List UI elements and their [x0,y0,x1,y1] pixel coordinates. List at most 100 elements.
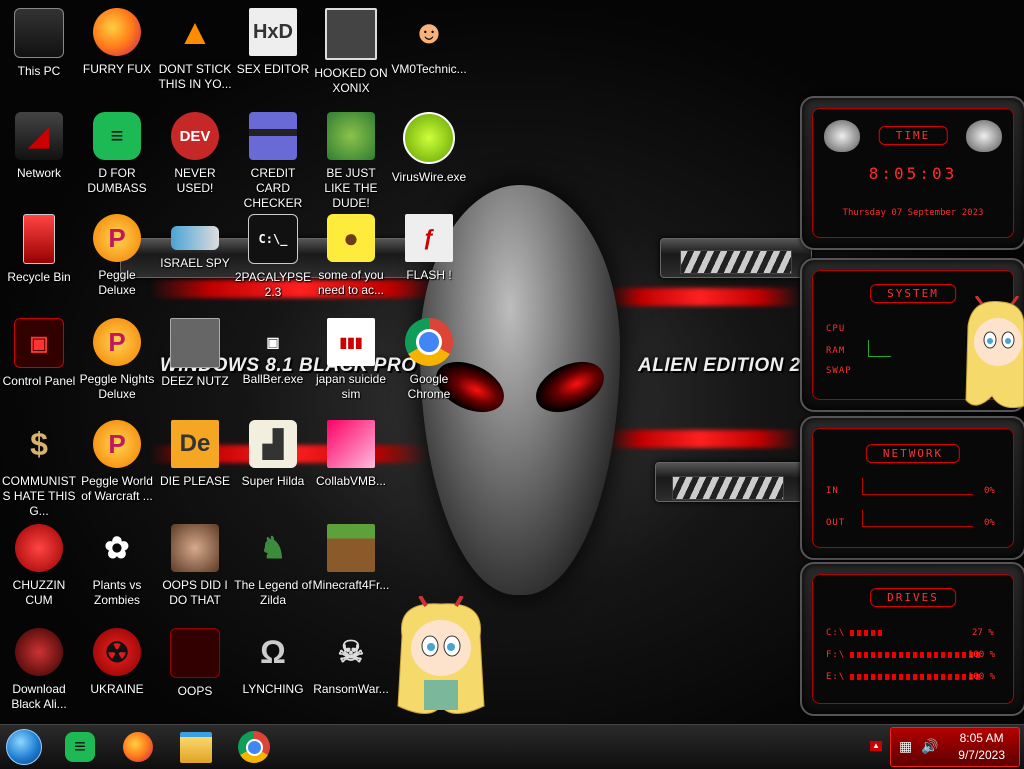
icon-label: CollabVMB... [315,474,387,488]
desktop-icon-peggle-deluxe[interactable]: P Peggle Deluxe [78,210,156,310]
desktop-icon-minecraft[interactable]: Minecraft4Fr... [312,520,390,620]
peggle-icon: P [93,214,141,262]
drives-gadget[interactable]: DRIVES C:\ 27 % F:\ 100 % E:\ 100 % [800,562,1024,716]
desktop-icon-super-hilda[interactable]: ▟ Super Hilda [234,416,312,516]
wallpaper-hatch [680,250,792,274]
drive-f-value: 100 % [968,650,996,660]
drive-e-label: E:\ [826,672,846,682]
icon-label: Google Chrome [407,372,451,401]
firefox-icon [93,8,141,56]
desktop-icon-sex-editor[interactable]: HxD SEX EDITOR [234,4,312,104]
desktop-icon-never-used[interactable]: DEV NEVER USED! [156,108,234,208]
firefox-icon [123,732,153,762]
start-button[interactable] [4,729,44,765]
network-status-icon[interactable]: ▦ [899,738,912,755]
drive-c-label: C:\ [826,628,846,638]
icon-label: COMMUNISTS HATE THIS G... [2,474,76,518]
time-gadget[interactable]: TIME 8:05:03 Thursday 07 September 2023 [800,96,1024,250]
icon-label: BE JUST LIKE THE DUDE! [324,166,378,210]
desktop-icon-be-just-like-the-dude[interactable]: BE JUST LIKE THE DUDE! [312,108,390,210]
desktop-icon-ransomware[interactable]: ☠ RansomWar... [312,624,390,724]
desktop-icon-deez-nutz[interactable]: DEEZ NUTZ [156,314,234,414]
alienware-laptop-icon [170,628,220,678]
desktop-icon-die-please[interactable]: De DIE PLEASE [156,416,234,516]
console-icon: ▣ [266,333,280,350]
desktop-icon-ballber[interactable]: ▣ BallBer.exe [234,314,312,414]
dev-icon: DEV [171,112,219,160]
wallpaper-glow [600,288,800,306]
desktop-icon-oops-did-i[interactable]: OOPS DID I DO THAT [156,520,234,620]
desktop-icon-communists[interactable]: $ COMMUNISTS HATE THIS G... [0,416,78,519]
clock-time: 8:05 AM [959,731,1004,745]
icon-label: DEEZ NUTZ [161,374,229,388]
recycle-bin-icon [23,214,55,264]
desktop-icon-furry-fux[interactable]: FURRY FUX [78,4,156,104]
desktop-icon-japan-suicide-sim[interactable]: ▮▮▮ japan suicide sim [312,314,390,414]
icon-label: DONT STICK THIS IN YO... [158,62,232,91]
volume-icon[interactable]: 🔊 [921,738,938,755]
desktop-icon-peggle-wow[interactable]: P Peggle World of Warcraft ... [78,416,156,516]
tray-overflow-arrow[interactable]: ▲ [870,741,882,751]
desktop-icon-plants-vs-zombies[interactable]: ✿ Plants vs Zombies [78,520,156,620]
icon-label: Control Panel [2,374,76,388]
terminal-icon: C:\_ [248,214,298,264]
desktop-icon-network[interactable]: ◢ Network [0,108,78,208]
de-icon: De [171,420,219,468]
desktop-icon-ukraine[interactable]: ☢ UKRAINE [78,624,156,724]
desktop-icon-viruswire[interactable]: VirusWire.exe [390,108,468,208]
icon-label: HOOKED ON XONIX [314,66,388,95]
desktop-icon-2pacalypse[interactable]: C:\_ 2PACALYPSE 2.3 [234,210,312,310]
taskbar-firefox[interactable] [118,729,158,765]
ram-graph [868,340,891,357]
icon-label: The Legend of Zilda [234,578,312,607]
desktop-icon-israel-spy[interactable]: ISRAEL SPY [156,210,234,310]
monitor-icon [14,8,64,58]
icon-label: UKRAINE [90,682,144,696]
icon-label: Minecraft4Fr... [312,578,390,592]
taskbar-spotify[interactable]: ≡ [60,729,100,765]
taskbar-chrome[interactable] [234,729,274,765]
digital-clock: 8:05:03 [868,164,958,183]
alien-logo-icon [966,120,1002,152]
icon-label: LYNCHING [242,682,304,696]
spotify-icon: ≡ [93,112,141,160]
desktop-icon-collabvm[interactable]: CollabVMB... [312,416,390,516]
icon-label: Plants vs Zombies [92,578,142,607]
desktop-icon-vm0technic[interactable]: ☻ VM0Technic... [390,4,468,104]
network-out-value: 0% [984,518,995,528]
taskbar-file-explorer[interactable] [176,729,216,765]
desktop-icon-chuzzin[interactable]: CHUZZIN CUM [0,520,78,620]
system-tray: ▦ 🔊 8:05 AM 9/7/2023 [890,727,1020,767]
collabvm-icon [327,420,375,468]
drive-f-label: F:\ [826,650,846,660]
taskbar: ≡ ▲ ▦ 🔊 8:05 AM 9/7/2023 [0,724,1024,769]
icon-label: OOPS [177,684,213,698]
desktop-icon-d-for-dumbass[interactable]: ≡ D FOR DUMBASS [78,108,156,208]
desktop-icon-hooked-on-xonix[interactable]: HOOKED ON XONIX [312,4,390,104]
desktop-icon-peggle-nights[interactable]: P Peggle Nights Deluxe [78,314,156,414]
desktop-icon-control-panel[interactable]: ▣ Control Panel [0,314,78,414]
desktop-icon-recycle-bin[interactable]: Recycle Bin [0,210,78,310]
hxd-icon: HxD [249,8,297,56]
network-gadget[interactable]: NETWORK IN 0% OUT 0% [800,416,1024,560]
icon-label: Network [16,166,61,180]
desktop-icon-lynching[interactable]: Ω LYNCHING [234,624,312,724]
drive-f-bar [850,652,980,658]
desktop-icon-google-chrome[interactable]: Google Chrome [390,314,468,414]
desktop-icon-this-pc[interactable]: This PC [0,4,78,104]
icon-label: Recycle Bin [7,270,71,284]
desktop-icon-download-black-alien[interactable]: Download Black Ali... [0,624,78,724]
desktop-icon-legend-of-zilda[interactable]: ♞ The Legend of Zilda [234,520,312,620]
desktop-icon-flash[interactable]: ƒ FLASH ! [390,210,468,310]
icon-label: This PC [17,64,61,78]
drives-gadget-title: DRIVES [870,588,956,607]
network-out-label: OUT [826,518,846,528]
date-readout: Thursday 07 September 2023 [842,208,984,218]
desktop-icon-some-of-you[interactable]: ● some of you need to ac... [312,210,390,310]
vlc-cone-icon: ▲ [177,11,213,52]
network-icon: ◢ [15,112,63,160]
desktop-icon-oops[interactable]: OOPS [156,624,234,724]
desktop-icon-dont-stick[interactable]: ▲ DONT STICK THIS IN YO... [156,4,234,104]
desktop-icon-credit-card-checker[interactable]: CREDIT CARD CHECKER [234,108,312,210]
taskbar-clock[interactable]: 8:05 AM 9/7/2023 [958,730,1005,764]
